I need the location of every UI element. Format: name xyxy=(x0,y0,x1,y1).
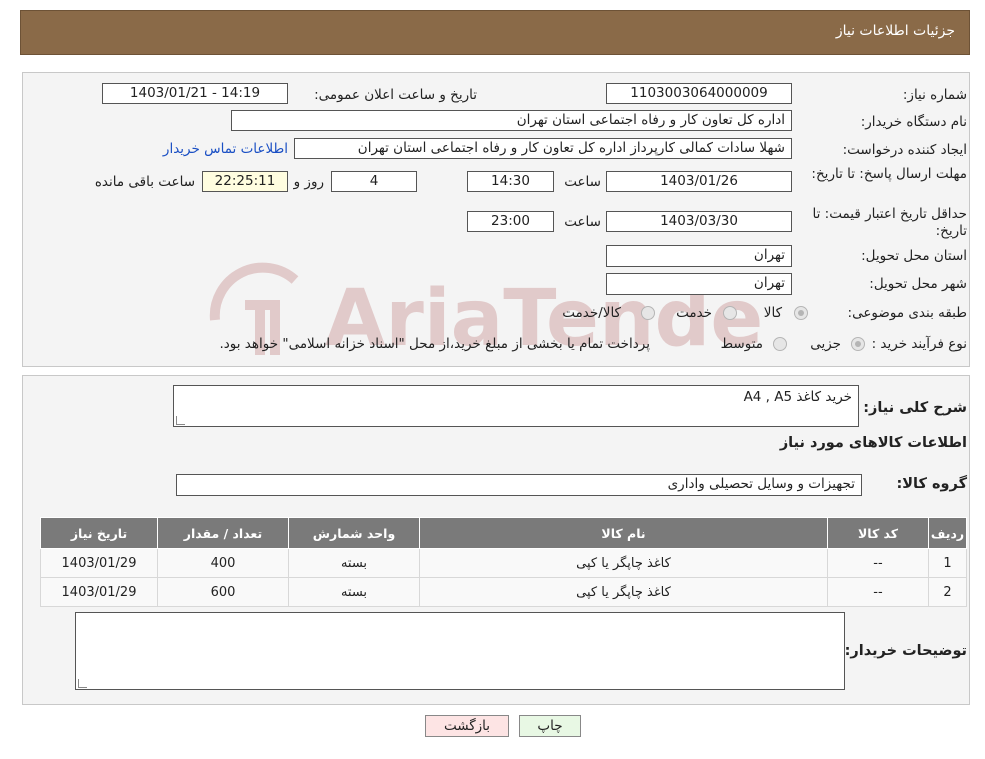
validity-time-label: ساعت xyxy=(564,214,601,230)
col-header-quantity: تعداد / مقدار xyxy=(157,517,289,549)
table-row: 1 -- کاغذ چاپگر یا کپی بسته 400 1403/01/… xyxy=(40,548,967,578)
goods-info-title: اطلاعات کالاهای مورد نیاز xyxy=(779,435,967,451)
category-radio-service[interactable] xyxy=(723,306,737,320)
announce-field[interactable]: 1403/01/21 - 14:19 xyxy=(102,83,288,104)
city-field[interactable]: تهران xyxy=(606,273,792,295)
cell-item-name: کاغذ چاپگر یا کپی xyxy=(419,577,828,607)
items-table: ردیف کد کالا نام کالا واحد شمارش تعداد /… xyxy=(40,517,967,607)
category-radio-goods-service[interactable] xyxy=(641,306,655,320)
page-title: جزئیات اطلاعات نیاز xyxy=(835,23,955,39)
table-header-row: ردیف کد کالا نام کالا واحد شمارش تعداد /… xyxy=(40,517,967,549)
remaining-label: ساعت باقی مانده xyxy=(94,174,195,190)
process-option-minor: جزیی xyxy=(810,336,841,352)
deadline-time-label: ساعت xyxy=(564,174,601,190)
days-field[interactable]: 4 xyxy=(331,171,417,192)
province-label: استان محل تحویل: xyxy=(861,248,967,264)
description-resize-handle[interactable] xyxy=(176,416,185,425)
category-option-goods-service: کالا/خدمت xyxy=(562,305,621,321)
remaining-time-field: 22:25:11 xyxy=(202,171,288,192)
cell-unit: بسته xyxy=(288,577,420,607)
cell-item-code: -- xyxy=(827,548,929,578)
cell-item-code: -- xyxy=(827,577,929,607)
cell-row-number: 1 xyxy=(928,548,967,578)
table-row: 2 -- کاغذ چاپگر یا کپی بسته 600 1403/01/… xyxy=(40,577,967,607)
col-header-item-name: نام کالا xyxy=(419,517,828,549)
process-option-medium: متوسط xyxy=(720,336,763,352)
province-field[interactable]: تهران xyxy=(606,245,792,267)
category-option-goods: کالا xyxy=(763,305,782,321)
validity-date-field[interactable]: 1403/03/30 xyxy=(606,211,792,232)
buyer-org-field[interactable]: اداره کل تعاون کار و رفاه اجتماعی استان … xyxy=(231,110,792,131)
col-header-row-number: ردیف xyxy=(928,517,967,549)
buyer-org-label: نام دستگاه خریدار: xyxy=(860,114,967,130)
print-button[interactable]: چاپ xyxy=(519,715,581,737)
buyer-contact-link[interactable]: اطلاعات تماس خریدار xyxy=(163,141,288,157)
description-field[interactable]: خرید کاغذ A4 , A5 xyxy=(173,385,859,427)
days-label: روز و xyxy=(293,174,324,190)
category-option-service: خدمت xyxy=(676,305,712,321)
goods-group-field[interactable]: تجهیزات و وسایل تحصیلی واداری xyxy=(176,474,862,496)
deadline-label: مهلت ارسال پاسخ: تا تاریخ: xyxy=(811,166,967,182)
creator-field[interactable]: شهلا سادات کمالی کارپرداز اداره کل تعاون… xyxy=(294,138,792,159)
cell-quantity: 400 xyxy=(157,548,289,578)
validity-time-field[interactable]: 23:00 xyxy=(467,211,554,232)
page-header: جزئیات اطلاعات نیاز xyxy=(20,10,970,55)
process-radio-medium[interactable] xyxy=(773,337,787,351)
process-label: نوع فرآیند خرید : xyxy=(871,336,967,352)
validity-label: حداقل تاریخ اعتبار قیمت: تا تاریخ: xyxy=(812,206,967,239)
need-number-field[interactable]: 1103003064000009 xyxy=(606,83,792,104)
back-button[interactable]: بازگشت xyxy=(425,715,509,737)
need-number-label: شماره نیاز: xyxy=(902,87,967,103)
announce-label: تاریخ و ساعت اعلان عمومی: xyxy=(314,87,477,103)
category-radio-goods[interactable] xyxy=(794,306,808,320)
cell-quantity: 600 xyxy=(157,577,289,607)
buyer-notes-field[interactable] xyxy=(75,612,845,690)
process-radio-minor[interactable] xyxy=(851,337,865,351)
city-label: شهر محل تحویل: xyxy=(869,276,967,292)
buyer-notes-resize-handle[interactable] xyxy=(78,679,87,688)
col-header-item-code: کد کالا xyxy=(827,517,929,549)
deadline-date-field[interactable]: 1403/01/26 xyxy=(606,171,792,192)
cell-need-date: 1403/01/29 xyxy=(40,577,158,607)
deadline-time-field[interactable]: 14:30 xyxy=(467,171,554,192)
col-header-unit: واحد شمارش xyxy=(288,517,420,549)
cell-item-name: کاغذ چاپگر یا کپی xyxy=(419,548,828,578)
description-label: شرح کلی نیاز: xyxy=(863,400,967,416)
cell-unit: بسته xyxy=(288,548,420,578)
col-header-need-date: تاریخ نیاز xyxy=(40,517,158,549)
category-label: طبقه بندی موضوعی: xyxy=(847,305,967,321)
cell-row-number: 2 xyxy=(928,577,967,607)
creator-label: ایجاد کننده درخواست: xyxy=(842,142,967,158)
cell-need-date: 1403/01/29 xyxy=(40,548,158,578)
goods-group-label: گروه کالا: xyxy=(896,476,967,492)
process-note: پرداخت تمام یا بخشی از مبلغ خرید،از محل … xyxy=(219,336,650,352)
buyer-notes-label: توضیحات خریدار: xyxy=(844,643,967,659)
